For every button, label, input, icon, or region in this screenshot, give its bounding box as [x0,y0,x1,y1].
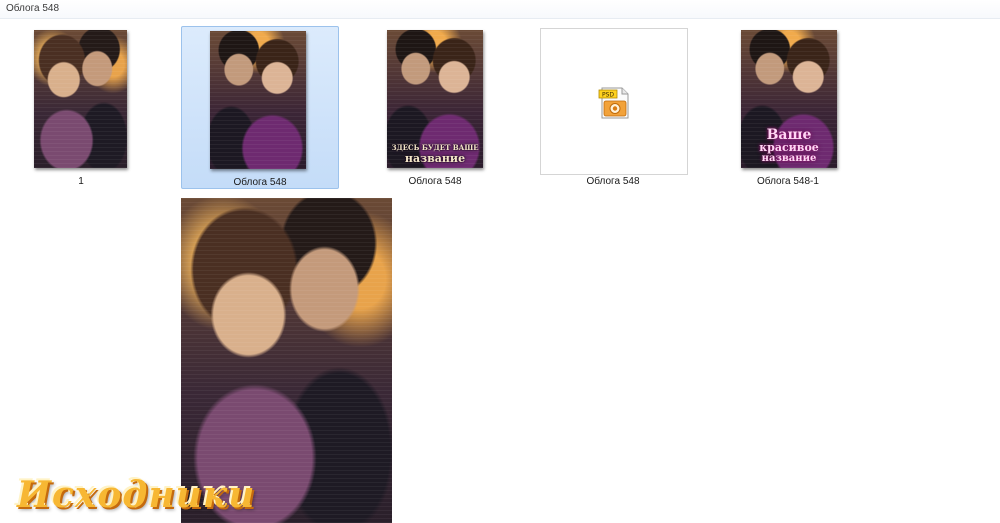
cover-art-image [34,30,127,168]
cover-title-line: ЗДЕСЬ БУДЕТ ВАШЕ [391,143,479,152]
file-tile-2[interactable]: Облога 548 [181,26,339,189]
file-name: Облога 548 [586,176,640,187]
cover-title-line: название [404,152,466,165]
watermark-text: Исходники [17,474,256,516]
file-thumbnail: ЗДЕСЬ БУДЕТ ВАШЕ название [387,30,483,168]
file-name: Облога 548 [408,176,462,187]
file-thumbnail [34,30,127,168]
file-name: 1 [78,176,84,187]
psd-badge-label: PSD [602,92,614,99]
window-title: Облога 548 [6,3,60,14]
file-tile-1[interactable]: 1 [26,26,136,188]
file-thumbnail [210,31,306,169]
psd-file-thumbnail: PSD [540,28,688,175]
cover-title-line: красивое [759,141,819,154]
title-bar: Облога 548 [0,0,1000,19]
file-tile-5[interactable]: Ваше красивое название Облога 548-1 [733,26,843,188]
file-tile-3[interactable]: ЗДЕСЬ БУДЕТ ВАШЕ название Облога 548 [380,26,490,188]
cover-title-line: название [761,153,817,164]
file-name: Облога 548 [233,177,287,188]
cover-art-image [210,31,306,169]
psd-file-icon: PSD [598,87,629,119]
cover-title-line: Ваше [766,127,812,143]
file-name: Облога 548-1 [757,176,819,187]
file-thumbnail: Ваше красивое название [741,30,837,168]
